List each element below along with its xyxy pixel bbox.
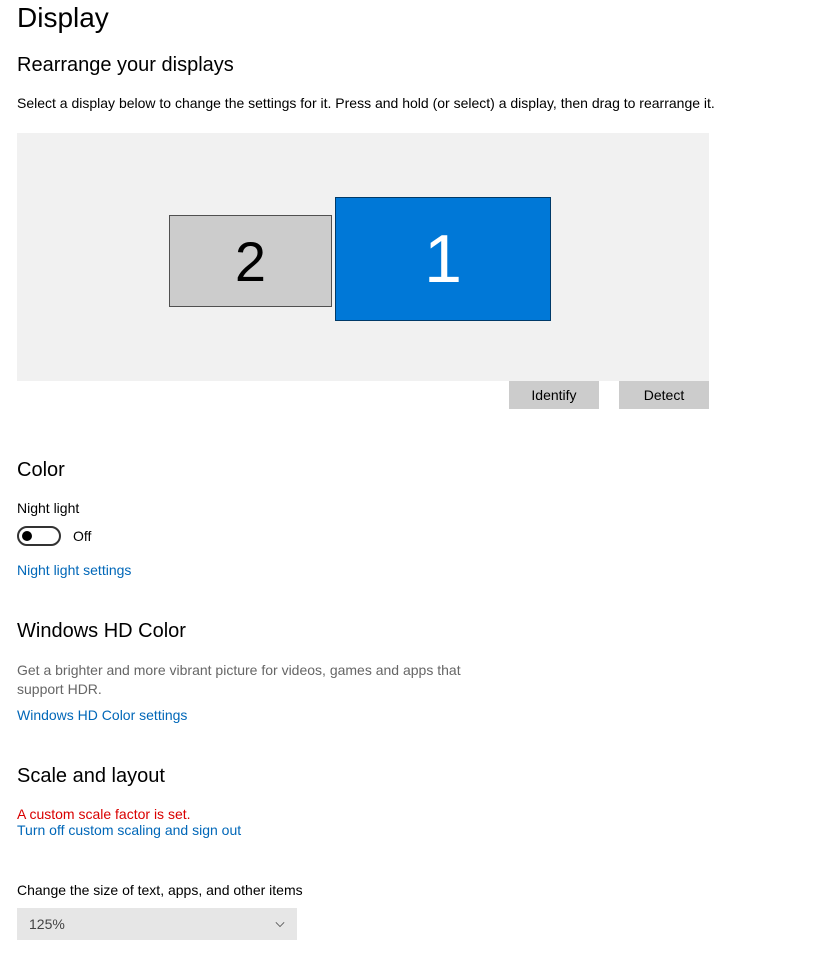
scale-section: Scale and layout A custom scale factor i… bbox=[17, 765, 822, 940]
color-heading: Color bbox=[17, 459, 822, 482]
rearrange-help-text: Select a display below to change the set… bbox=[17, 95, 822, 111]
text-size-label: Change the size of text, apps, and other… bbox=[17, 882, 822, 898]
hdr-heading: Windows HD Color bbox=[17, 620, 822, 643]
rearrange-section: Rearrange your displays Select a display… bbox=[17, 54, 822, 409]
scale-dropdown[interactable]: 125% bbox=[17, 908, 297, 940]
monitor-2[interactable]: 2 bbox=[169, 215, 332, 307]
turn-off-scaling-link[interactable]: Turn off custom scaling and sign out bbox=[17, 822, 241, 838]
display-action-buttons: Identify Detect bbox=[17, 381, 709, 409]
monitor-1[interactable]: 1 bbox=[335, 197, 551, 321]
night-light-settings-link[interactable]: Night light settings bbox=[17, 562, 131, 578]
scale-dropdown-value: 125% bbox=[29, 916, 65, 932]
rearrange-heading: Rearrange your displays bbox=[17, 54, 822, 77]
custom-scale-warning: A custom scale factor is set. bbox=[17, 806, 822, 822]
hdr-description: Get a brighter and more vibrant picture … bbox=[17, 661, 467, 699]
chevron-down-icon bbox=[275, 919, 285, 929]
toggle-knob bbox=[22, 531, 32, 541]
hdr-settings-link[interactable]: Windows HD Color settings bbox=[17, 707, 187, 723]
monitor-1-label: 1 bbox=[424, 220, 462, 298]
hdr-section: Windows HD Color Get a brighter and more… bbox=[17, 620, 822, 725]
night-light-state: Off bbox=[73, 528, 91, 544]
scale-heading: Scale and layout bbox=[17, 765, 822, 788]
page-title: Display bbox=[17, 2, 822, 34]
color-section: Color Night light Off Night light settin… bbox=[17, 459, 822, 580]
display-arrangement-canvas[interactable]: 2 1 bbox=[17, 133, 709, 381]
identify-button[interactable]: Identify bbox=[509, 381, 599, 409]
detect-button[interactable]: Detect bbox=[619, 381, 709, 409]
night-light-toggle[interactable] bbox=[17, 526, 61, 546]
night-light-label: Night light bbox=[17, 500, 822, 516]
monitor-2-label: 2 bbox=[235, 229, 266, 294]
